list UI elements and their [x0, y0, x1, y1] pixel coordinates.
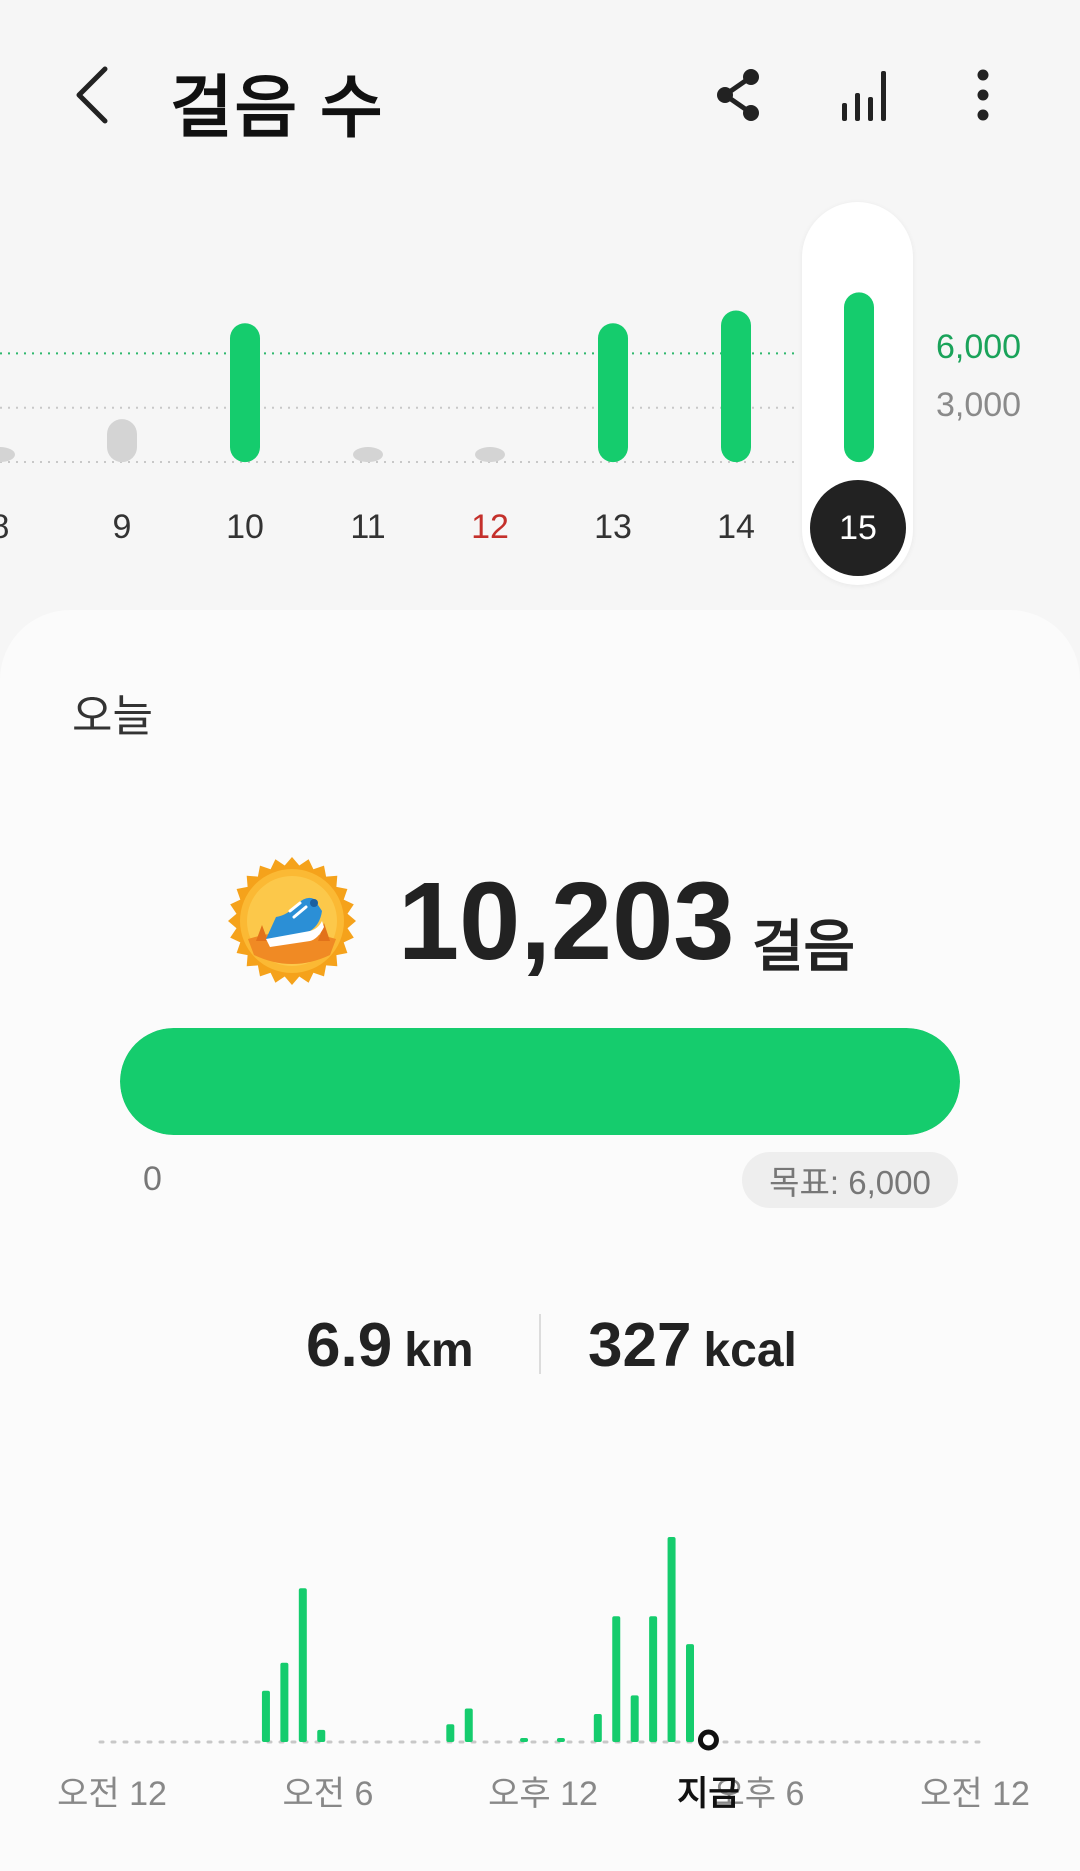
- mid-reference-label: 3,000: [936, 386, 1022, 424]
- goal-reference-label: 6,000: [936, 328, 1022, 366]
- goal-progress-fill: [120, 1028, 960, 1135]
- day-label[interactable]: 12: [450, 508, 530, 547]
- hour-bar: [630, 1695, 639, 1742]
- distance-value: 6.9: [306, 1311, 393, 1380]
- hour-bar: [686, 1644, 694, 1742]
- hour-bar: [649, 1616, 658, 1742]
- now-marker: [697, 1729, 719, 1751]
- hour-bar: [298, 1588, 307, 1742]
- step-count: 10,203: [398, 860, 735, 983]
- running-shoe-badge-icon: [226, 855, 358, 987]
- hour-bar: [280, 1662, 289, 1742]
- hour-label: 오전 12: [920, 1775, 1030, 1813]
- day-bar: [475, 447, 505, 463]
- day-bar: [230, 323, 260, 463]
- goal-progress-bar: [120, 1028, 960, 1135]
- stats-divider: [539, 1314, 541, 1374]
- app-bar: 걸음 수: [0, 0, 1080, 190]
- goal-chip[interactable]: 목표: 6,000: [742, 1152, 958, 1208]
- day-bar: [107, 419, 137, 463]
- day-label[interactable]: 11: [328, 508, 408, 547]
- progress-min-label: 0: [143, 1160, 162, 1198]
- day-label[interactable]: 9: [82, 508, 162, 547]
- hour-bar: [520, 1738, 529, 1742]
- day-label-selected[interactable]: 15: [810, 480, 906, 576]
- day-label[interactable]: 13: [573, 508, 653, 547]
- hour-bar: [612, 1616, 621, 1742]
- share-button[interactable]: [703, 60, 773, 130]
- today-label: 오늘: [72, 692, 153, 741]
- bar-chart-icon: [842, 71, 886, 121]
- hour-bar: [593, 1714, 602, 1742]
- day-label[interactable]: 14: [696, 508, 776, 547]
- distance-unit: km: [404, 1324, 474, 1377]
- back-button[interactable]: [58, 60, 128, 130]
- weekly-steps-chart[interactable]: [0, 190, 1080, 610]
- hour-label: 오전 12: [57, 1775, 167, 1813]
- hour-bar: [667, 1537, 676, 1742]
- day-label[interactable]: 8: [0, 508, 40, 547]
- hour-label: 오후 12: [488, 1775, 598, 1813]
- more-options-button[interactable]: [948, 60, 1018, 130]
- day-bar: [721, 310, 751, 463]
- day-label[interactable]: 10: [205, 508, 285, 547]
- calories-value: 327: [588, 1311, 692, 1380]
- hour-bar: [556, 1738, 565, 1742]
- day-bar: [844, 292, 874, 463]
- weekly-chart-canvas: [0, 292, 874, 463]
- more-vertical-icon: [977, 69, 989, 121]
- statistics-button[interactable]: [832, 60, 902, 130]
- hour-bar: [261, 1690, 270, 1742]
- hour-bar: [317, 1729, 326, 1742]
- hour-bar: [464, 1708, 473, 1742]
- share-icon: [717, 69, 759, 121]
- calories-unit: kcal: [703, 1324, 797, 1377]
- day-bar: [353, 447, 383, 463]
- page-title: 걸음 수: [170, 70, 385, 146]
- hour-label: 오전 6: [282, 1775, 374, 1813]
- step-unit: 걸음: [752, 915, 856, 978]
- day-bar: [598, 323, 628, 463]
- hour-label-now: 지금: [677, 1775, 740, 1813]
- day-bar: [0, 447, 15, 463]
- distance-stat: 6.9 km: [306, 1310, 474, 1381]
- steps-screen: 걸음 수 6,000 3,000 9 10 11 12 13 14 15 오늘 …: [0, 0, 1080, 1871]
- hour-bar: [446, 1724, 455, 1742]
- calories-stat: 327 kcal: [588, 1310, 797, 1381]
- chevron-left-icon: [76, 66, 108, 124]
